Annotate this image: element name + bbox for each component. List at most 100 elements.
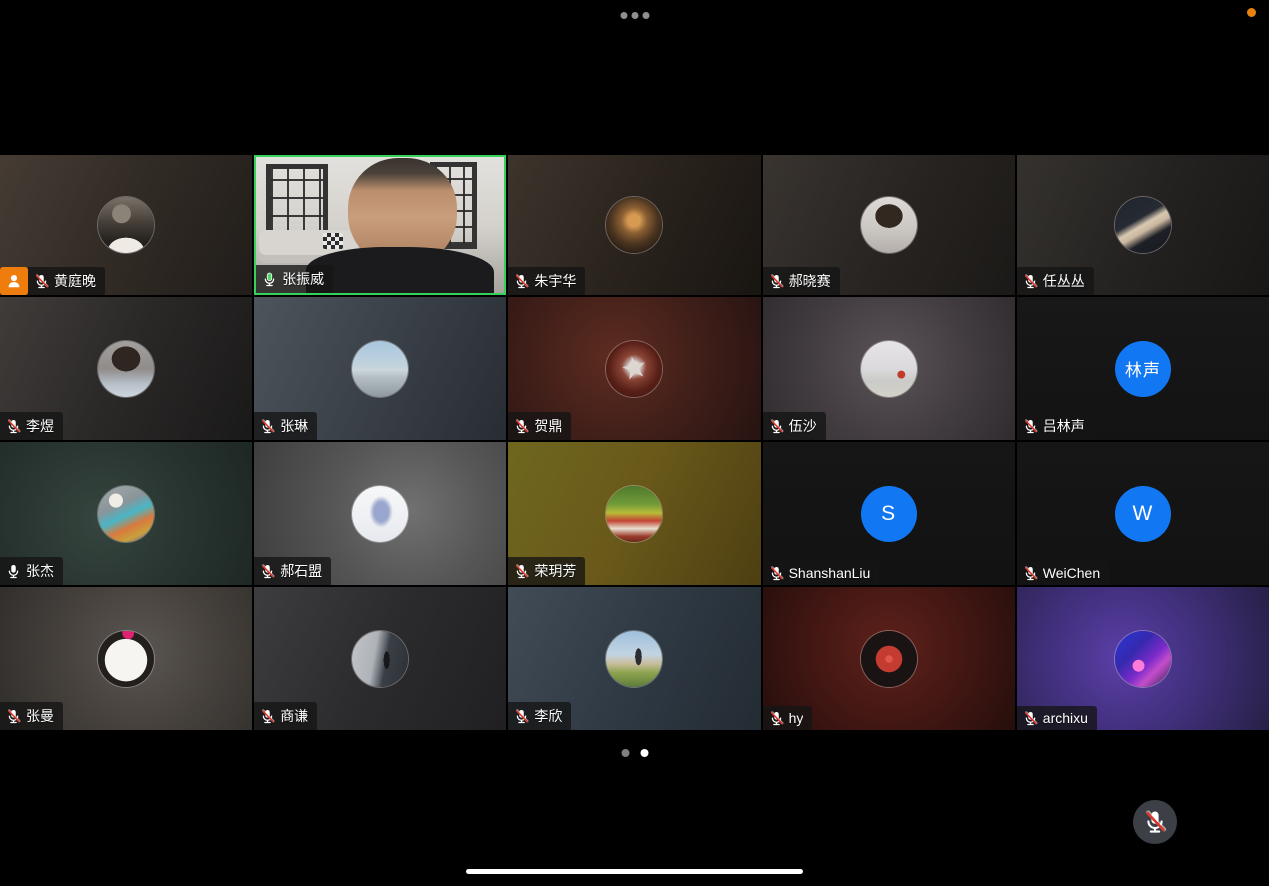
participant-tile[interactable]: 朱宇华 xyxy=(508,155,760,295)
name-label: ShanshanLiu xyxy=(763,561,880,585)
participant-name: 荣玥芳 xyxy=(534,561,576,581)
participant-name: 伍沙 xyxy=(789,416,817,436)
star-glyph: ★ xyxy=(618,351,651,386)
mic-muted-icon xyxy=(769,711,784,726)
participant-tile[interactable]: 商谦 xyxy=(254,587,506,730)
avatar: S xyxy=(861,486,917,542)
name-label: 张曼 xyxy=(0,702,63,730)
mic-muted-icon xyxy=(34,274,49,289)
avatar xyxy=(98,197,154,253)
participant-tile[interactable]: 张杰 xyxy=(0,442,252,585)
participant-name: 张琳 xyxy=(280,416,308,436)
participant-name: 吕林声 xyxy=(1043,416,1085,436)
participant-tile[interactable]: hy xyxy=(763,587,1015,730)
more-options-icon[interactable] xyxy=(614,8,655,23)
avatar xyxy=(98,631,154,687)
participant-name: hy xyxy=(789,710,804,726)
avatar xyxy=(98,486,154,542)
participant-tile[interactable]: W WeiChen xyxy=(1017,442,1269,585)
name-label: 李欣 xyxy=(508,702,571,730)
avatar xyxy=(1115,631,1171,687)
avatar xyxy=(352,341,408,397)
avatar xyxy=(861,197,917,253)
meeting-gallery-view: 黄庭晚 张振威 朱宇华 郝晓赛 任丛丛 xyxy=(0,0,1269,886)
name-label: 李煜 xyxy=(0,412,63,440)
home-indicator[interactable] xyxy=(466,869,803,874)
participant-name: 朱宇华 xyxy=(534,271,576,291)
name-label: 郝晓赛 xyxy=(763,267,840,295)
participant-name: 任丛丛 xyxy=(1043,271,1085,291)
participant-tile[interactable]: 李煜 xyxy=(0,297,252,440)
name-label: 贺鼎 xyxy=(508,412,571,440)
participant-tile[interactable]: 荣玥芳 xyxy=(508,442,760,585)
name-label: WeiChen xyxy=(1017,561,1109,585)
page-dot[interactable] xyxy=(621,749,629,757)
video-scene-part xyxy=(323,233,343,249)
name-label: hy xyxy=(763,706,813,730)
participant-tile[interactable]: 郝石盟 xyxy=(254,442,506,585)
mic-on-icon xyxy=(262,272,277,287)
name-label: 商谦 xyxy=(254,702,317,730)
avatar: ★ xyxy=(606,341,662,397)
participant-grid: 黄庭晚 张振威 朱宇华 郝晓赛 任丛丛 xyxy=(0,155,1269,730)
name-label: archixu xyxy=(1017,706,1097,730)
name-label: 荣玥芳 xyxy=(508,557,585,585)
avatar xyxy=(861,631,917,687)
participant-name: ShanshanLiu xyxy=(789,565,871,581)
mic-muted-icon xyxy=(6,709,21,724)
participant-tile[interactable]: ★ 贺鼎 xyxy=(508,297,760,440)
avatar xyxy=(352,486,408,542)
participant-tile[interactable]: 张曼 xyxy=(0,587,252,730)
participant-name: 李欣 xyxy=(534,706,562,726)
spotlight-badge xyxy=(0,267,28,295)
mic-muted-icon xyxy=(1023,711,1038,726)
name-label: 黄庭晚 xyxy=(28,267,105,295)
participant-name: 张杰 xyxy=(26,561,54,581)
avatar xyxy=(1115,197,1171,253)
mic-muted-icon xyxy=(1023,566,1038,581)
page-dot[interactable] xyxy=(640,749,648,757)
participant-tile[interactable]: 张琳 xyxy=(254,297,506,440)
name-label: 张杰 xyxy=(0,557,63,585)
name-label: 郝石盟 xyxy=(254,557,331,585)
more-dot xyxy=(642,12,649,19)
participant-tile[interactable]: 李欣 xyxy=(508,587,760,730)
mic-muted-icon xyxy=(769,274,784,289)
participant-tile[interactable]: S ShanshanLiu xyxy=(763,442,1015,585)
participant-tile[interactable]: 张振威 xyxy=(254,155,506,295)
more-dot xyxy=(631,12,638,19)
mic-muted-icon xyxy=(514,419,529,434)
participant-name: 张振威 xyxy=(282,269,324,289)
mic-muted-icon xyxy=(260,419,275,434)
name-label: 任丛丛 xyxy=(1017,267,1094,295)
name-label: 张振威 xyxy=(256,265,333,293)
mic-muted-icon xyxy=(514,274,529,289)
name-label: 吕林声 xyxy=(1017,412,1094,440)
name-label: 伍沙 xyxy=(763,412,826,440)
participant-name: 李煜 xyxy=(26,416,54,436)
mute-button[interactable] xyxy=(1133,800,1177,844)
person-icon xyxy=(5,272,23,290)
recording-status-dot xyxy=(1247,8,1256,17)
participant-tile[interactable]: 伍沙 xyxy=(763,297,1015,440)
avatar xyxy=(606,631,662,687)
more-dot xyxy=(620,12,627,19)
name-label: 朱宇华 xyxy=(508,267,585,295)
avatar xyxy=(98,341,154,397)
mic-muted-icon xyxy=(260,564,275,579)
mic-muted-icon xyxy=(769,566,784,581)
mic-muted-icon xyxy=(6,419,21,434)
avatar xyxy=(606,486,662,542)
participant-name: 商谦 xyxy=(280,706,308,726)
participant-name: WeiChen xyxy=(1043,565,1100,581)
participant-tile[interactable]: 黄庭晚 xyxy=(0,155,252,295)
participant-tile[interactable]: 任丛丛 xyxy=(1017,155,1269,295)
name-label: 张琳 xyxy=(254,412,317,440)
avatar xyxy=(606,197,662,253)
participant-tile[interactable]: archixu xyxy=(1017,587,1269,730)
mic-muted-icon xyxy=(1143,810,1167,834)
page-indicator xyxy=(621,749,648,757)
participant-tile[interactable]: 郝晓赛 xyxy=(763,155,1015,295)
participant-name: 张曼 xyxy=(26,706,54,726)
participant-tile[interactable]: 林声 吕林声 xyxy=(1017,297,1269,440)
